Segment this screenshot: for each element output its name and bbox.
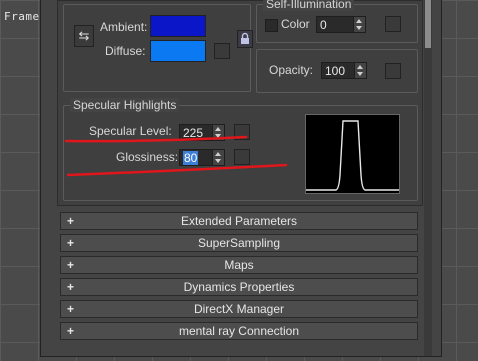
red-annotation-marks: [64, 135, 288, 177]
